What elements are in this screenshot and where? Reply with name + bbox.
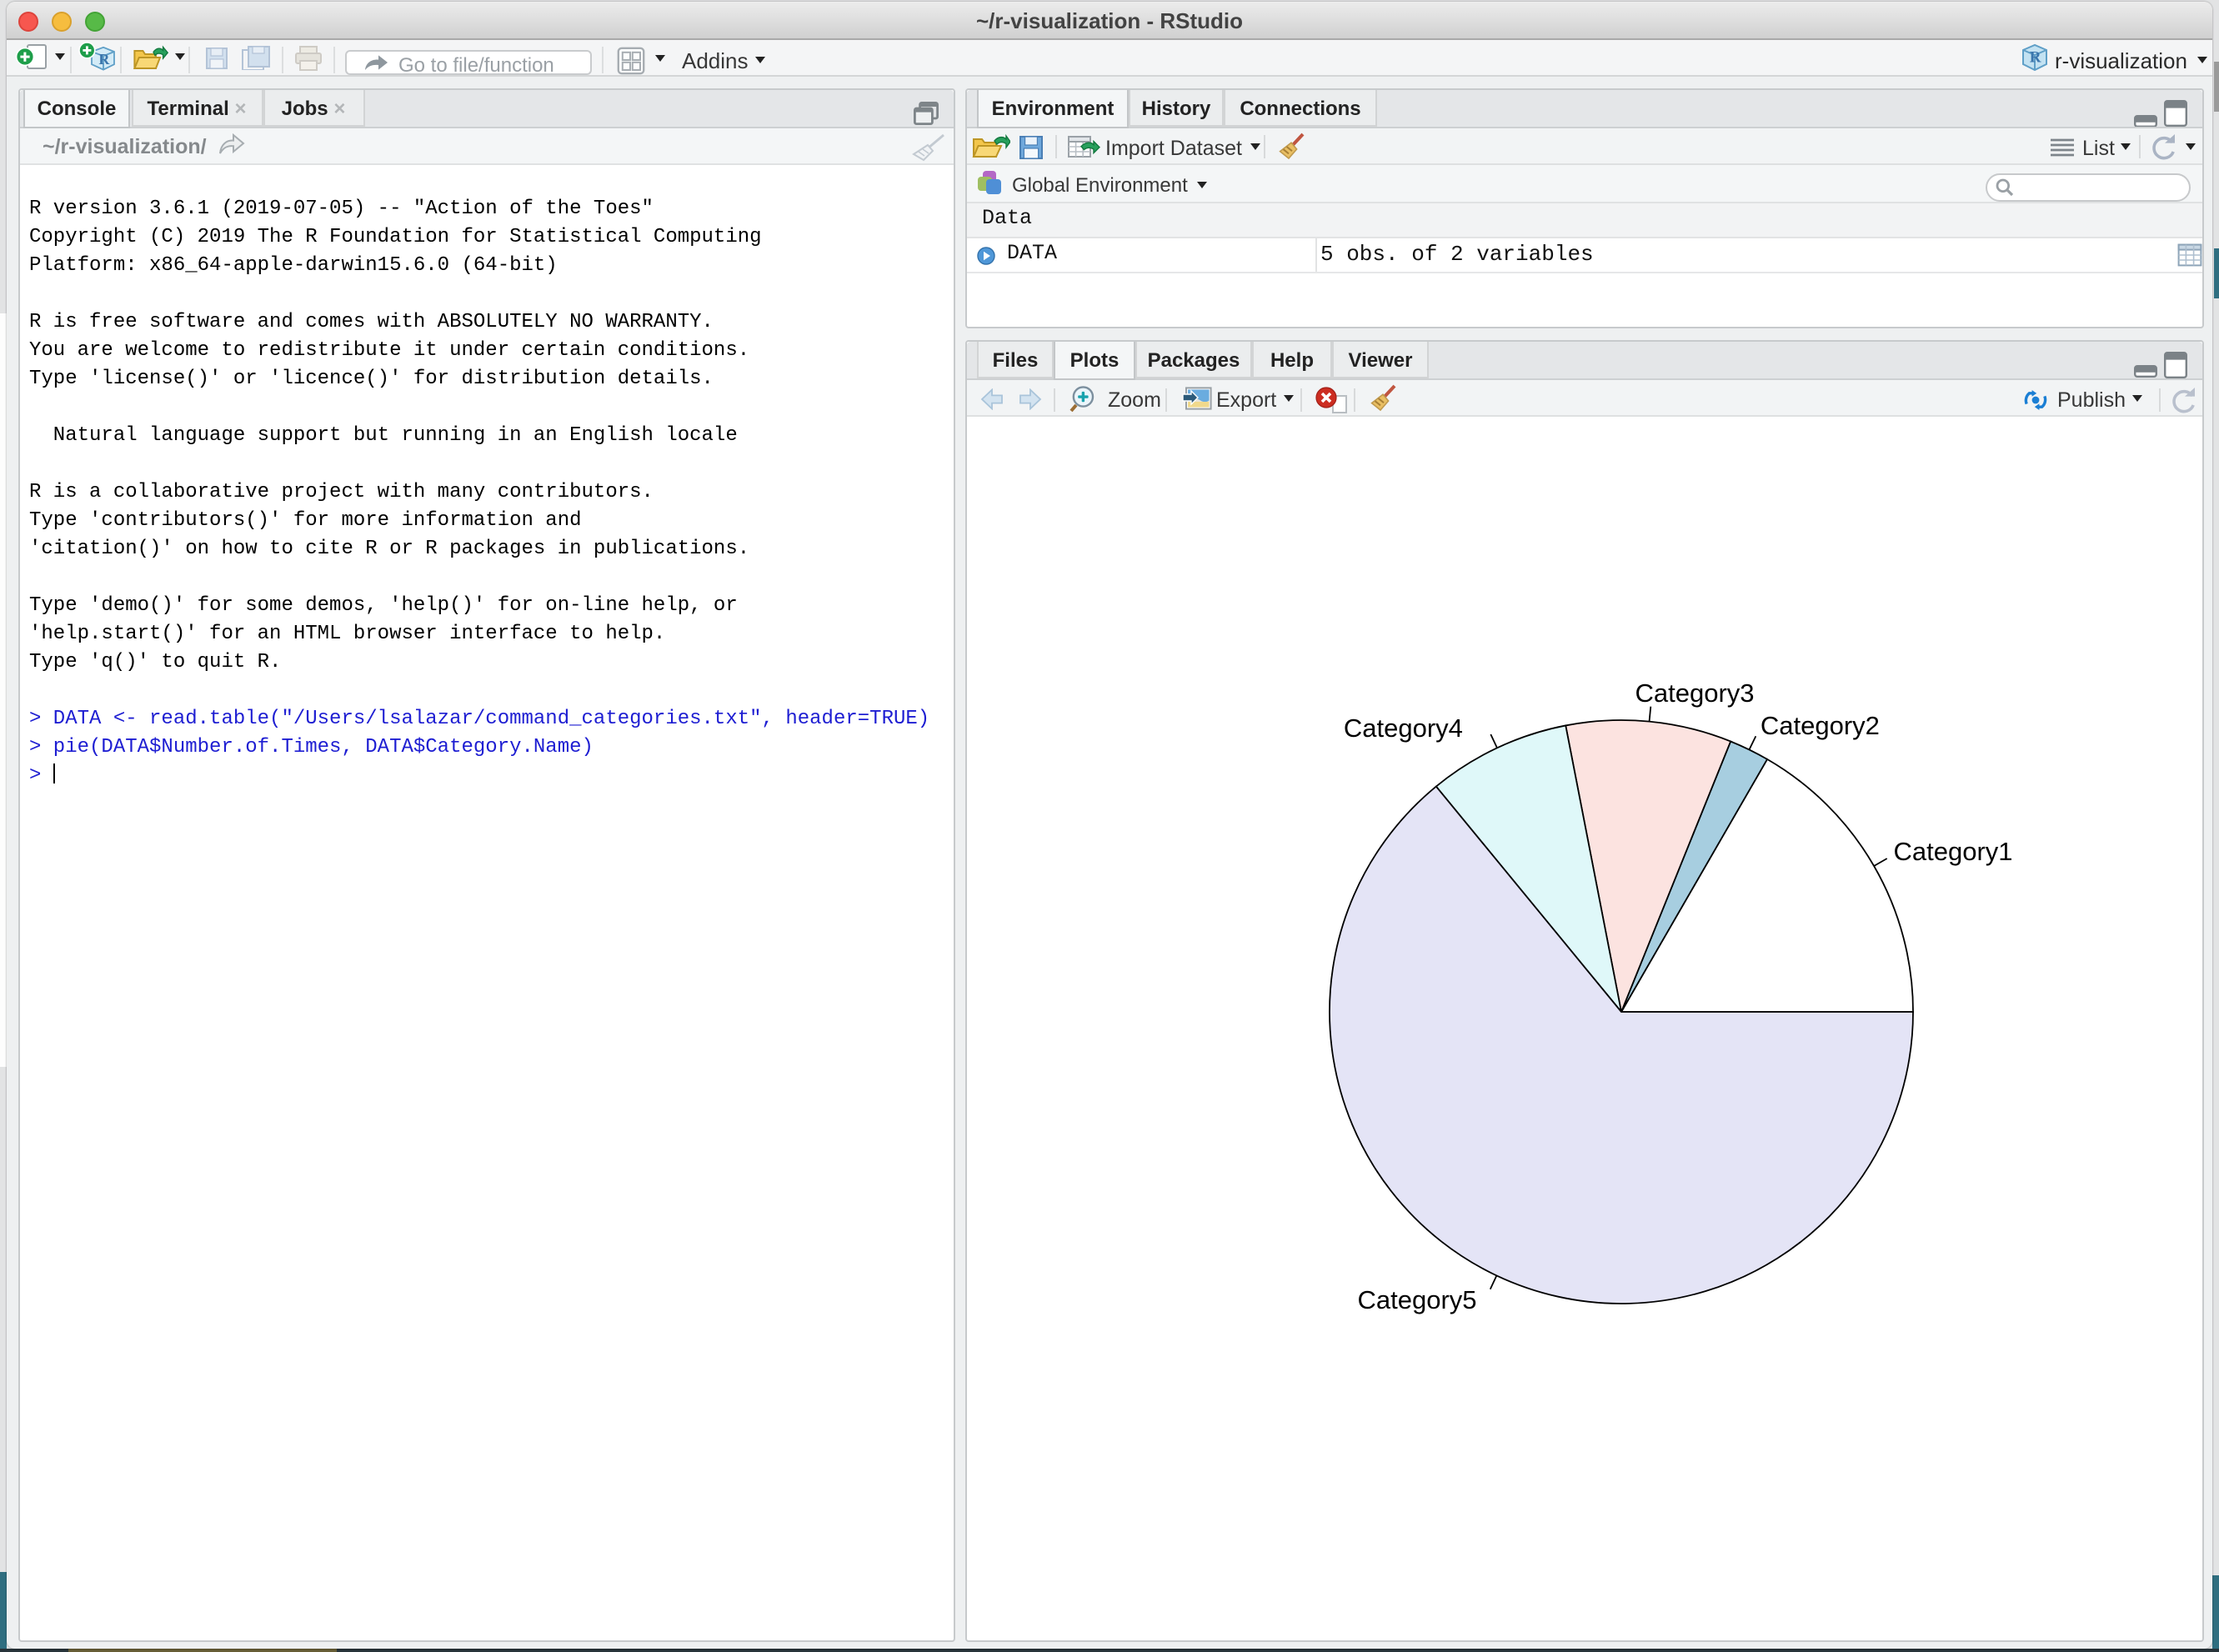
svg-text:R: R (2030, 48, 2041, 66)
svg-text:Category4: Category4 (1344, 713, 1463, 742)
svg-text:Category2: Category2 (1761, 710, 1880, 739)
svg-text:R: R (98, 51, 110, 68)
svg-text:Category1: Category1 (1893, 836, 2012, 865)
svg-text:Category5: Category5 (1357, 1284, 1476, 1314)
svg-text:Category3: Category3 (1635, 678, 1754, 707)
